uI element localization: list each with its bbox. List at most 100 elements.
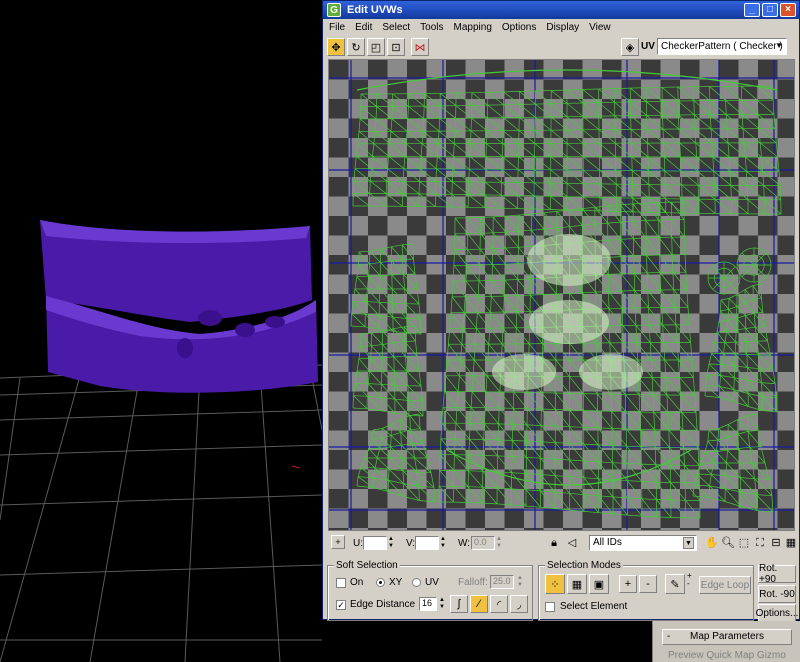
scale-icon: ◰ bbox=[370, 41, 382, 54]
material-id-value: All IDs bbox=[593, 537, 622, 548]
menu-tools[interactable]: Tools bbox=[420, 22, 443, 33]
material-id-dropdown[interactable]: All IDs ▼ bbox=[589, 535, 697, 551]
face-icon: ▣ bbox=[593, 578, 605, 591]
collapse-icon: - bbox=[667, 631, 671, 642]
v-spinner[interactable]: ▲ ▼ bbox=[439, 536, 447, 550]
menu-select[interactable]: Select bbox=[382, 22, 410, 33]
expand-selection-button[interactable]: + bbox=[619, 575, 637, 593]
rotate-tool-button[interactable]: ↻ bbox=[347, 38, 365, 56]
coordinate-bar: + U: ▲ ▼ V: ▲ ▼ W: 0.0 ▲ ▼ 🔒︎ ◁ All IDs ▼ ✋… bbox=[323, 533, 799, 555]
mirror-icon: ⋈ bbox=[414, 41, 426, 54]
xy-radio[interactable] bbox=[376, 578, 385, 587]
mirror-tool-button[interactable]: ⋈ bbox=[411, 38, 429, 56]
vertex-icon: ⁘ bbox=[550, 578, 560, 591]
move-icon: ✥ bbox=[331, 41, 341, 54]
uv-radio[interactable] bbox=[412, 578, 421, 587]
minimize-button[interactable]: _ bbox=[744, 3, 760, 17]
menu-mapping[interactable]: Mapping bbox=[454, 22, 492, 33]
options-button[interactable]: Options... bbox=[756, 604, 798, 622]
preview-quick-map-label: Preview Quick Map Gizmo bbox=[668, 650, 786, 661]
edit-uvws-window: G Edit UVWs _ □ × File Edit Select Tools… bbox=[322, 0, 800, 622]
status-strip bbox=[322, 621, 652, 662]
maximize-button[interactable]: □ bbox=[762, 3, 778, 17]
window-title: Edit UVWs bbox=[347, 4, 403, 16]
lock-selection-button[interactable]: + bbox=[331, 535, 345, 549]
edge-icon: ▦ bbox=[571, 578, 583, 591]
uv-editor-canvas[interactable] bbox=[328, 59, 795, 531]
filter-icon[interactable]: ◁ bbox=[565, 536, 579, 550]
title-bar[interactable]: G Edit UVWs _ □ × bbox=[323, 1, 799, 19]
falloff-input[interactable]: 25.0 bbox=[490, 575, 514, 589]
chevron-down-icon: ▼ bbox=[775, 41, 783, 50]
w-spinner[interactable]: ▲ ▼ bbox=[495, 536, 503, 550]
menu-edit[interactable]: Edit bbox=[355, 22, 372, 33]
map-icon: ◈ bbox=[625, 41, 635, 54]
uv-label: UV bbox=[641, 41, 655, 52]
freeform-icon: ⊡ bbox=[391, 41, 401, 54]
select-element-checkbox[interactable] bbox=[545, 602, 555, 612]
soft-selection-group: Soft Selection On XY UV Falloff: 25.0 ▲ ▼… bbox=[327, 560, 533, 621]
w-label: W: bbox=[458, 538, 471, 549]
face-mode-button[interactable]: ▣ bbox=[589, 574, 609, 594]
uv-canvas-graphics bbox=[329, 60, 794, 530]
lock-icon[interactable]: 🔒︎ bbox=[547, 536, 561, 550]
pan-hand-icon[interactable]: ✋ bbox=[705, 536, 719, 550]
falloff-spinner[interactable]: ▲ ▼ bbox=[516, 575, 524, 589]
plus-icon: + bbox=[335, 537, 341, 547]
slow-out-curve-icon: ◜ bbox=[496, 598, 502, 611]
rotate-plus-90-button[interactable]: Rot. +90 bbox=[758, 563, 796, 585]
map-parameters-rollout-button[interactable]: - Map Parameters bbox=[662, 629, 792, 645]
zoom-selected-icon[interactable]: ⊟ bbox=[769, 536, 783, 550]
map-parameters-label: Map Parameters bbox=[690, 631, 764, 642]
smooth-curve-icon: ∫ bbox=[457, 598, 461, 610]
texture-dropdown[interactable]: CheckerPattern ( Checker ) ▼ bbox=[657, 38, 787, 55]
grid-snap-icon[interactable]: ▦ bbox=[784, 536, 798, 550]
paint-brush-icon: ✎ bbox=[670, 578, 680, 591]
move-tool-button[interactable]: ✥ bbox=[327, 38, 345, 56]
close-button[interactable]: × bbox=[780, 3, 796, 17]
zoom-region-icon[interactable]: ⬚ bbox=[737, 536, 751, 550]
falloff-smooth-button[interactable]: ∫ bbox=[450, 595, 468, 613]
menu-options[interactable]: Options bbox=[502, 22, 536, 33]
shrink-selection-button[interactable]: - bbox=[639, 575, 657, 593]
edge-mode-button[interactable]: ▦ bbox=[567, 574, 587, 594]
rotate-minus-90-button[interactable]: Rot. -90 bbox=[758, 585, 796, 603]
falloff-fastout-button[interactable]: ◞ bbox=[510, 595, 528, 613]
u-input[interactable] bbox=[363, 536, 387, 550]
freeform-tool-button[interactable]: ⊡ bbox=[387, 38, 405, 56]
edge-distance-checkbox[interactable]: ✓ bbox=[336, 600, 346, 610]
vertex-mode-button[interactable]: ⁘ bbox=[545, 574, 565, 594]
chevron-down-icon: ▼ bbox=[683, 537, 694, 549]
w-input[interactable]: 0.0 bbox=[471, 536, 495, 550]
fast-out-curve-icon: ◞ bbox=[516, 598, 522, 611]
edge-loop-button[interactable]: Edge Loop bbox=[699, 576, 751, 594]
paint-size-spinner[interactable]: + - bbox=[687, 572, 692, 588]
falloff-linear-button[interactable]: ⁄ bbox=[470, 595, 488, 613]
paint-select-button[interactable]: ✎ bbox=[665, 574, 685, 594]
falloff-slowout-button[interactable]: ◜ bbox=[490, 595, 508, 613]
app-icon: G bbox=[327, 3, 341, 17]
uv-toolbar: ✥ ↻ ◰ ⊡ ⋈ ◈ UV CheckerPattern ( Checker … bbox=[323, 36, 799, 58]
edge-distance-input[interactable]: 16 bbox=[419, 597, 437, 611]
falloff-label: Falloff: bbox=[458, 577, 488, 588]
menu-file[interactable]: File bbox=[329, 22, 345, 33]
selection-modes-title: Selection Modes bbox=[545, 560, 623, 571]
v-label: V: bbox=[406, 538, 416, 549]
scale-tool-button[interactable]: ◰ bbox=[367, 38, 385, 56]
edge-distance-spinner[interactable]: ▲ ▼ bbox=[438, 597, 446, 611]
menu-display[interactable]: Display bbox=[546, 22, 579, 33]
show-map-button[interactable]: ◈ bbox=[621, 38, 639, 56]
v-input[interactable] bbox=[415, 536, 439, 550]
rotate-icon: ↻ bbox=[351, 41, 361, 54]
u-spinner[interactable]: ▲ ▼ bbox=[387, 536, 395, 550]
menu-view[interactable]: View bbox=[589, 22, 611, 33]
zoom-icon[interactable]: 🔍︎ bbox=[721, 536, 735, 550]
linear-curve-icon: ⁄ bbox=[478, 598, 480, 610]
select-element-label: Select Element bbox=[560, 601, 628, 612]
selection-modes-group: Selection Modes ⁘ ▦ ▣ + - ✎ + - Edge Loop… bbox=[538, 560, 754, 621]
zoom-extents-icon[interactable]: ⛶ bbox=[753, 536, 767, 550]
u-label: U: bbox=[353, 538, 363, 549]
uv-radio-label: UV bbox=[425, 577, 439, 588]
edge-distance-label: Edge Distance bbox=[350, 599, 416, 610]
soft-selection-on-checkbox[interactable] bbox=[336, 578, 346, 588]
